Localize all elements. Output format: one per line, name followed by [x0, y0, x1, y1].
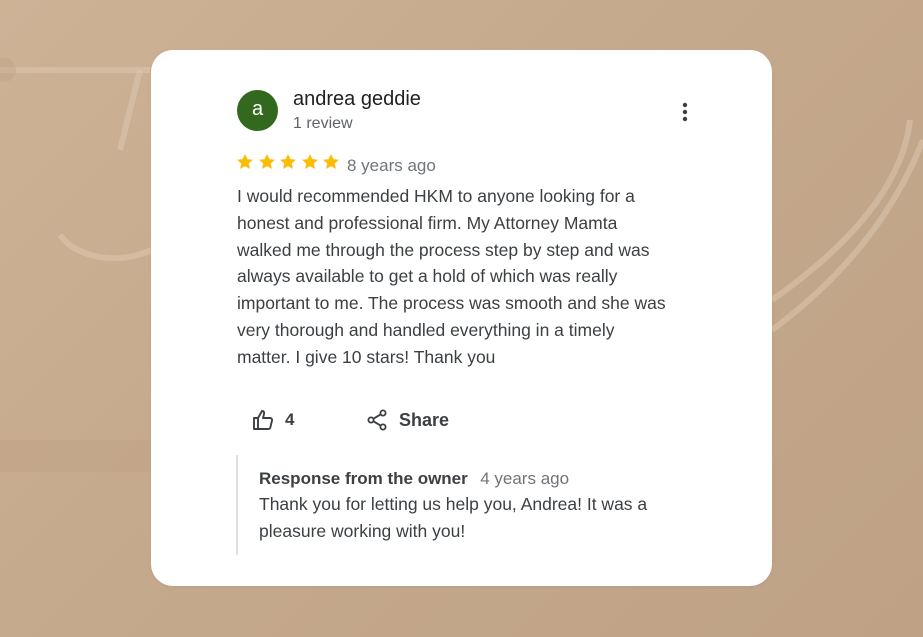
share-label: Share	[399, 409, 450, 430]
review-text: I would recommended HKM to anyone lookin…	[237, 183, 707, 371]
review-date: 8 years ago	[347, 156, 436, 175]
review-text-line: I would recommended HKM to anyone lookin…	[237, 186, 635, 206]
response-divider	[236, 455, 238, 555]
star-rating	[235, 152, 343, 176]
owner-response-line: Thank you for letting us help you, Andre…	[259, 494, 648, 514]
review-text-line: always available to get a hold of which …	[237, 266, 618, 287]
owner-response-text: Thank you for letting us help you, Andre…	[259, 491, 699, 545]
author-review-count[interactable]: 1 review	[293, 115, 353, 133]
like-button[interactable]: 4	[251, 406, 294, 434]
review-text-line: important to me. The process was smooth …	[237, 293, 666, 314]
review-text-line: very thorough and handled everything in …	[237, 319, 615, 340]
star-icon	[301, 154, 318, 169]
star-icon	[237, 154, 253, 169]
avatar-letter: a	[251, 98, 264, 120]
share-icon	[367, 409, 387, 431]
avatar[interactable]: a	[237, 90, 278, 131]
star-icon	[280, 154, 297, 169]
author-name[interactable]: andrea geddie	[293, 88, 421, 111]
review-text-line: matter. I give 10 stars! Thank you	[237, 346, 496, 367]
more-options-button[interactable]	[673, 100, 697, 124]
review-text-line: honest and professional firm. My Attorne…	[237, 212, 618, 233]
star-icon	[323, 154, 340, 169]
star-icon	[258, 154, 275, 169]
like-count: 4	[285, 410, 295, 429]
share-button[interactable]: Share	[365, 406, 449, 434]
more-vert-icon	[682, 102, 688, 122]
owner-response-line: pleasure working with you!	[259, 521, 466, 541]
owner-response-header: Response from the owner 4 years ago	[259, 469, 569, 489]
review-card: a andrea geddie 1 review 8 years ago I w…	[151, 50, 772, 586]
owner-response-title: Response from the owner	[259, 469, 468, 488]
owner-response-date: 4 years ago	[480, 469, 570, 488]
thumbs-up-icon	[253, 410, 274, 430]
review-text-line: walked me through the process step by st…	[237, 239, 650, 260]
